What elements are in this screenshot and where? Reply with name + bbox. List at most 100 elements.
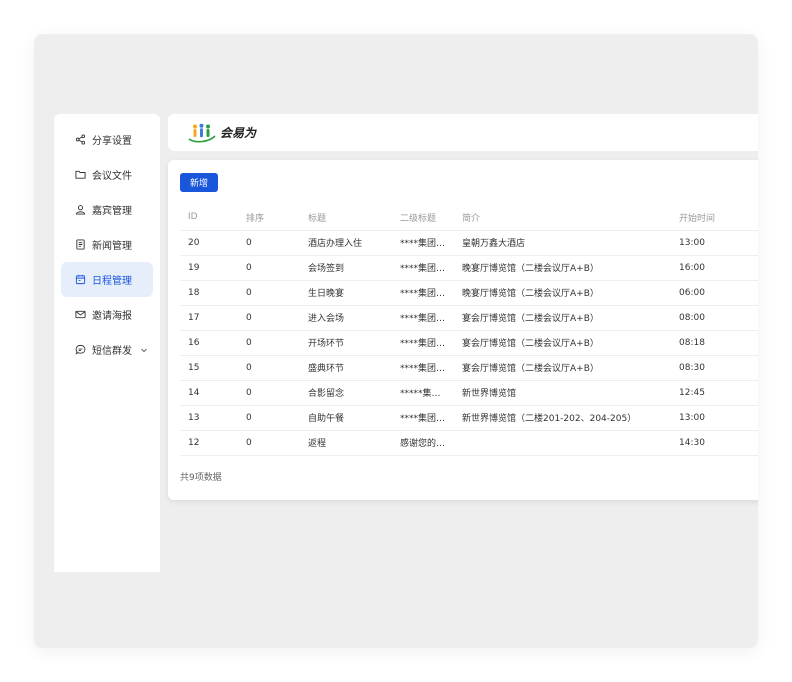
cell-description: 宴会厅博览馆（二楼会议厅A+B）	[462, 330, 679, 356]
cell-subtitle: ****集团…	[400, 330, 462, 356]
folder-icon	[73, 168, 87, 182]
cell-id: 14	[180, 380, 246, 406]
sidebar: 分享设置 会议文件 嘉宾管理 新闻管理 日程管理 邀请海报 短信群发	[54, 114, 160, 572]
cell-sort: 0	[246, 305, 308, 331]
cell-title: 盛典环节	[308, 355, 400, 381]
cell-id: 15	[180, 355, 246, 381]
cell-id: 18	[180, 280, 246, 306]
sidebar-item-share-settings[interactable]: 分享设置	[61, 122, 153, 157]
sidebar-item-label: 日程管理	[92, 276, 132, 287]
cell-start-time: 12:45	[679, 380, 758, 406]
user-icon	[73, 203, 87, 217]
table-row[interactable]: 16 0 开场环节 ****集团… 宴会厅博览馆（二楼会议厅A+B） 08:18	[180, 330, 758, 356]
calendar-icon	[73, 273, 87, 287]
cell-subtitle: *****集…	[400, 380, 462, 406]
cell-description: 新世界博览馆	[462, 380, 679, 406]
cell-start-time: 14:30	[679, 430, 758, 456]
sidebar-item-label: 新闻管理	[92, 241, 132, 252]
cell-id: 16	[180, 330, 246, 356]
cell-title: 自助午餐	[308, 405, 400, 431]
brand-name: 会易为	[220, 126, 257, 140]
cell-start-time: 06:00	[679, 280, 758, 306]
cell-title: 生日晚宴	[308, 280, 400, 306]
table-row[interactable]: 13 0 自助午餐 ****集团… 新世界博览馆（二楼201-202、204-205） 1…	[180, 405, 758, 431]
cell-description: 皇朝万鑫大酒店	[462, 230, 679, 256]
cell-sort: 0	[246, 280, 308, 306]
cell-title: 合影留念	[308, 380, 400, 406]
message-icon	[73, 343, 87, 357]
document-icon	[73, 238, 87, 252]
share-icon	[73, 133, 87, 147]
cell-description: 新世界博览馆（二楼201-202、204-205）	[462, 405, 679, 431]
cell-description	[462, 430, 679, 456]
cell-title: 返程	[308, 430, 400, 456]
sidebar-item-sms-broadcast[interactable]: 短信群发	[61, 332, 153, 367]
sidebar-item-label: 分享设置	[92, 136, 132, 147]
cell-title: 酒店办理入住	[308, 230, 400, 256]
column-header-subtitle[interactable]: 二级标题	[400, 205, 462, 231]
sidebar-item-meeting-files[interactable]: 会议文件	[61, 157, 153, 192]
chevron-down-icon[interactable]	[140, 346, 148, 354]
sidebar-item-news-management[interactable]: 新闻管理	[61, 227, 153, 262]
sidebar-item-label: 嘉宾管理	[92, 206, 132, 217]
cell-id: 13	[180, 405, 246, 431]
cell-title: 会场签到	[308, 255, 400, 281]
cell-sort: 0	[246, 430, 308, 456]
cell-sort: 0	[246, 255, 308, 281]
table-row[interactable]: 18 0 生日晚宴 ****集团… 晚宴厅博览馆（二楼会议厅A+B） 06:00	[180, 280, 758, 306]
sidebar-item-label: 会议文件	[92, 171, 132, 182]
cell-subtitle: ****集团…	[400, 355, 462, 381]
top-header: 会易为	[168, 114, 758, 151]
schedule-table: ID 排序 标题 二级标题 简介 开始时间 20 0 酒店办理入住 ****集团… 皇朝…	[180, 205, 758, 456]
app-frame: 分享设置 会议文件 嘉宾管理 新闻管理 日程管理 邀请海报 短信群发 会易为 新…	[34, 34, 758, 648]
table-header-row: ID 排序 标题 二级标题 简介 开始时间	[180, 205, 758, 231]
sidebar-item-label: 短信群发	[92, 346, 132, 357]
cell-title: 开场环节	[308, 330, 400, 356]
column-header-title[interactable]: 标题	[308, 205, 400, 231]
cell-sort: 0	[246, 230, 308, 256]
cell-start-time: 13:00	[679, 230, 758, 256]
table-row[interactable]: 20 0 酒店办理入住 ****集团… 皇朝万鑫大酒店 13:00	[180, 230, 758, 256]
cell-title: 进入会场	[308, 305, 400, 331]
brand-logo[interactable]: 会易为	[188, 123, 256, 143]
sidebar-item-invitation-poster[interactable]: 邀请海报	[61, 297, 153, 332]
cell-id: 19	[180, 255, 246, 281]
column-header-description[interactable]: 简介	[462, 205, 679, 231]
column-header-sort[interactable]: 排序	[246, 205, 308, 231]
cell-start-time: 16:00	[679, 255, 758, 281]
cell-subtitle: ****集团…	[400, 405, 462, 431]
sidebar-item-guest-management[interactable]: 嘉宾管理	[61, 192, 153, 227]
cell-description: 宴会厅博览馆（二楼会议厅A+B）	[462, 355, 679, 381]
cell-description: 晚宴厅博览馆（二楼会议厅A+B）	[462, 280, 679, 306]
cell-subtitle: ****集团…	[400, 305, 462, 331]
sidebar-item-label: 邀请海报	[92, 311, 132, 322]
cell-subtitle: 感谢您的…	[400, 430, 462, 456]
cell-subtitle: ****集团…	[400, 255, 462, 281]
table-row[interactable]: 19 0 会场签到 ****集团… 晚宴厅博览馆（二楼会议厅A+B） 16:00	[180, 255, 758, 281]
schedule-card: 新增 ID 排序 标题 二级标题 简介 开始时间 20 0 酒店办理入住 ****集团…	[168, 160, 758, 500]
logo-mark-icon	[188, 123, 216, 142]
sidebar-item-schedule-management[interactable]: 日程管理	[61, 262, 153, 297]
cell-description: 宴会厅博览馆（二楼会议厅A+B）	[462, 305, 679, 331]
cell-start-time: 13:00	[679, 405, 758, 431]
cell-sort: 0	[246, 380, 308, 406]
cell-start-time: 08:00	[679, 305, 758, 331]
mail-icon	[73, 308, 87, 322]
table-row[interactable]: 12 0 返程 感谢您的… 14:30	[180, 430, 758, 456]
cell-id: 20	[180, 230, 246, 256]
total-count: 共9项数据	[180, 473, 222, 483]
column-header-start-time[interactable]: 开始时间	[679, 205, 758, 231]
table-row[interactable]: 15 0 盛典环节 ****集团… 宴会厅博览馆（二楼会议厅A+B） 08:30	[180, 355, 758, 381]
cell-id: 17	[180, 305, 246, 331]
cell-sort: 0	[246, 330, 308, 356]
cell-description: 晚宴厅博览馆（二楼会议厅A+B）	[462, 255, 679, 281]
cell-subtitle: ****集团…	[400, 280, 462, 306]
add-button[interactable]: 新增	[180, 173, 219, 192]
cell-id: 12	[180, 430, 246, 456]
cell-start-time: 08:18	[679, 330, 758, 356]
cell-start-time: 08:30	[679, 355, 758, 381]
cell-subtitle: ****集团…	[400, 230, 462, 256]
table-row[interactable]: 17 0 进入会场 ****集团… 宴会厅博览馆（二楼会议厅A+B） 08:00	[180, 305, 758, 331]
column-header-id[interactable]: ID	[180, 205, 246, 231]
table-row[interactable]: 14 0 合影留念 *****集… 新世界博览馆 12:45	[180, 380, 758, 406]
